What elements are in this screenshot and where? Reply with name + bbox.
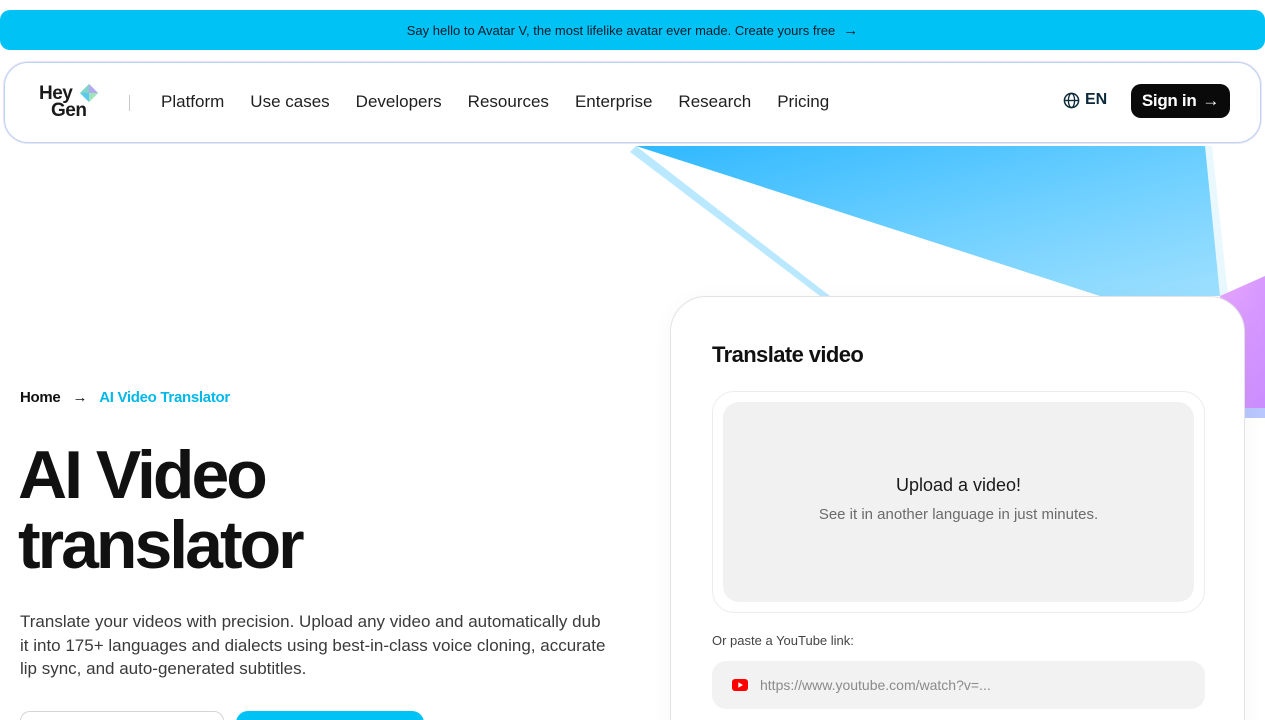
youtube-link-label: Or paste a YouTube link: — [712, 633, 854, 648]
arrow-right-icon: → — [1202, 91, 1220, 110]
banner-text: Say hello to Avatar V, the most lifelike… — [406, 22, 836, 38]
primary-cta-button[interactable] — [236, 711, 424, 720]
globe-icon — [1063, 92, 1080, 108]
upload-title: Upload a video! — [895, 475, 1022, 495]
nav-link-research[interactable]: Research — [678, 92, 751, 112]
breadcrumb: Home → AI Video Translator — [20, 389, 230, 406]
sign-in-button[interactable]: Sign in → — [1131, 84, 1230, 118]
upload-dropzone-frame: Upload a video! See it in another langua… — [712, 391, 1205, 613]
nav-link-resources[interactable]: Resources — [468, 92, 549, 112]
nav-links: Platform Use cases Developers Resources … — [161, 63, 855, 141]
arrow-right-icon: → — [843, 21, 859, 39]
arrow-right-icon: → — [72, 389, 88, 406]
heygen-logo[interactable]: Hey Gen — [39, 83, 109, 123]
hero-description: Translate your videos with precision. Up… — [20, 612, 606, 678]
nav-link-pricing[interactable]: Pricing — [777, 92, 829, 112]
main-navigation: Hey Gen Platform Use cases Developers Re… — [4, 62, 1261, 143]
logo-text-gen: Gen — [51, 100, 87, 121]
nav-link-use-cases[interactable]: Use cases — [250, 92, 329, 112]
upload-subtitle: See it in another language in just minut… — [818, 506, 1099, 523]
logo-mark-icon — [80, 84, 98, 102]
nav-divider — [129, 95, 130, 111]
nav-link-developers[interactable]: Developers — [356, 92, 442, 112]
translate-video-card: Translate video Upload a video! See it i… — [670, 296, 1245, 720]
language-label: EN — [1085, 91, 1108, 108]
card-title: Translate video — [712, 342, 864, 367]
page-title-line2: translator — [18, 507, 305, 583]
page-title: AI Video translator — [18, 440, 578, 580]
language-selector[interactable]: EN — [1063, 91, 1107, 109]
nav-link-enterprise[interactable]: Enterprise — [575, 92, 652, 112]
breadcrumb-home[interactable]: Home — [20, 389, 61, 406]
announcement-banner[interactable]: Say hello to Avatar V, the most lifelike… — [0, 10, 1265, 50]
upload-dropzone[interactable]: Upload a video! See it in another langua… — [723, 402, 1194, 602]
sign-in-label: Sign in — [1141, 91, 1197, 110]
page-title-line1: AI Video — [18, 437, 268, 513]
breadcrumb-current: AI Video Translator — [99, 389, 230, 406]
secondary-cta-button[interactable] — [20, 711, 224, 720]
nav-link-platform[interactable]: Platform — [161, 92, 224, 112]
youtube-icon — [732, 679, 748, 691]
youtube-link-field[interactable] — [712, 661, 1205, 709]
youtube-link-input[interactable] — [760, 677, 1180, 693]
